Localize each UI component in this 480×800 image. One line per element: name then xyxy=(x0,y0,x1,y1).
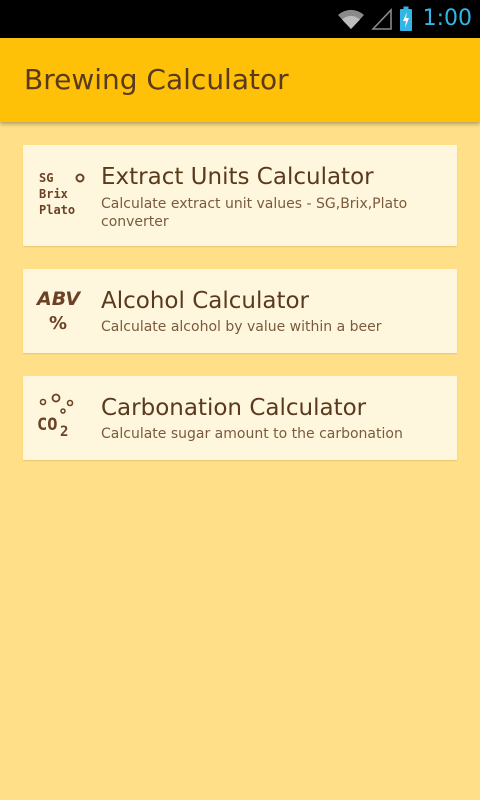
card-alcohol[interactable]: ABV % Alcohol Calculator Calculate alcoh… xyxy=(23,269,457,353)
abv-icon: ABV % xyxy=(35,288,81,334)
signal-icon xyxy=(370,7,392,30)
app-title: Brewing Calculator xyxy=(24,63,289,96)
card-carbonation[interactable]: CO 2 Carbonation Calculator Calculate su… xyxy=(23,376,457,460)
card-subtitle: Calculate extract unit values - SG,Brix,… xyxy=(101,196,408,230)
svg-text:ABV: ABV xyxy=(35,288,81,310)
card-subtitle: Calculate sugar amount to the carbonatio… xyxy=(101,426,403,442)
status-icons: 1:00 xyxy=(337,4,472,34)
battery-charging-icon xyxy=(399,6,412,31)
svg-text:Brix: Brix xyxy=(39,187,68,201)
card-title: Extract Units Calculator xyxy=(101,164,374,190)
svg-text:SG: SG xyxy=(39,171,53,185)
svg-text:CO: CO xyxy=(37,415,57,435)
svg-text:Plato: Plato xyxy=(39,203,75,217)
app-bar: Brewing Calculator xyxy=(0,38,480,122)
status-clock: 1:00 xyxy=(422,6,472,31)
card-subtitle: Calculate alcohol by value within a beer xyxy=(101,319,382,335)
sg-brix-plato-icon: SG Brix Plato xyxy=(39,171,85,217)
svg-text:2: 2 xyxy=(60,424,68,440)
status-bar: 1:00 xyxy=(0,0,480,38)
card-title: Carbonation Calculator xyxy=(101,395,367,421)
svg-text:%: % xyxy=(49,313,67,334)
card-extract-units[interactable]: SG Brix Plato Extract Units Calculator C… xyxy=(23,145,457,246)
wifi-icon xyxy=(337,9,364,29)
calculator-list: SG Brix Plato Extract Units Calculator C… xyxy=(23,145,457,483)
card-title: Alcohol Calculator xyxy=(101,288,309,314)
co2-icon: CO 2 xyxy=(37,393,74,440)
